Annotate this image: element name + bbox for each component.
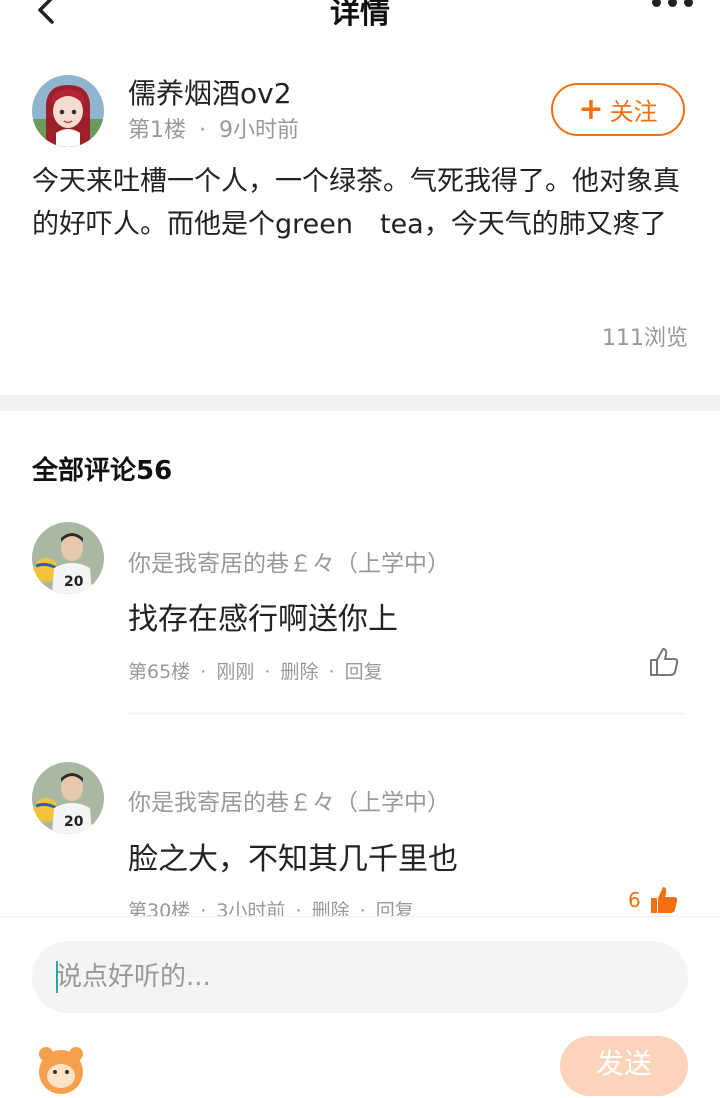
author-name[interactable]: 儒养烟酒ov2 <box>128 72 292 112</box>
comment-meta: 第65楼 · 刚刚 · 删除 · 回复 <box>128 657 383 684</box>
more-dot <box>668 0 677 7</box>
comment-divider <box>128 713 686 714</box>
commenter-name[interactable]: 你是我寄居的巷￡々（上学中） <box>128 783 450 817</box>
post-meta: 第1楼 · 9小时前 <box>128 112 299 144</box>
comment-time: 刚刚 <box>216 661 255 683</box>
commenter-name[interactable]: 你是我寄居的巷￡々（上学中） <box>128 544 450 578</box>
page-title: 详情 <box>330 0 390 31</box>
post-time: 9小时前 <box>219 118 299 143</box>
follow-button[interactable]: + 关注 <box>551 83 685 136</box>
send-button[interactable]: 发送 <box>560 1036 688 1096</box>
plus-icon: + <box>578 91 604 127</box>
commenter-avatar[interactable]: 20 <box>32 762 104 834</box>
like-button[interactable] <box>648 646 680 678</box>
more-dot <box>684 0 693 7</box>
meta-separator: · <box>264 661 271 683</box>
meta-separator: · <box>328 661 335 683</box>
commenter-avatar[interactable]: 20 <box>32 522 104 594</box>
section-divider <box>0 395 720 411</box>
comment-text: 脸之大，不知其几千里也 <box>128 842 458 877</box>
text-cursor <box>56 961 58 993</box>
meta-separator: · <box>199 118 206 143</box>
author-avatar[interactable] <box>32 75 104 147</box>
view-count: 111浏览 <box>602 326 688 351</box>
more-button[interactable] <box>648 0 696 16</box>
comments-title: 全部评论56 <box>32 456 173 486</box>
follow-label: 关注 <box>609 98 658 126</box>
comment-input[interactable] <box>32 941 688 1013</box>
like-count: 6 <box>628 888 641 912</box>
user-avatar[interactable] <box>32 1040 90 1098</box>
delete-link[interactable]: 删除 <box>280 661 318 683</box>
comment-text: 找存在感行啊送你上 <box>128 602 398 637</box>
like-button[interactable] <box>648 884 680 916</box>
svg-text:20: 20 <box>64 814 84 830</box>
comment-floor: 第65楼 <box>128 661 191 683</box>
reply-link[interactable]: 回复 <box>345 661 383 683</box>
meta-separator: · <box>200 661 207 683</box>
post-floor: 第1楼 <box>128 118 186 143</box>
thumbs-up-icon <box>650 648 679 676</box>
thumbs-up-filled-icon <box>651 887 678 913</box>
post-content: 今天来吐槽一个人，一个绿茶。气死我得了。他对象真的好吓人。而他是个green t… <box>32 166 680 240</box>
svg-text:20: 20 <box>64 574 84 590</box>
more-dots-icon <box>652 0 661 7</box>
